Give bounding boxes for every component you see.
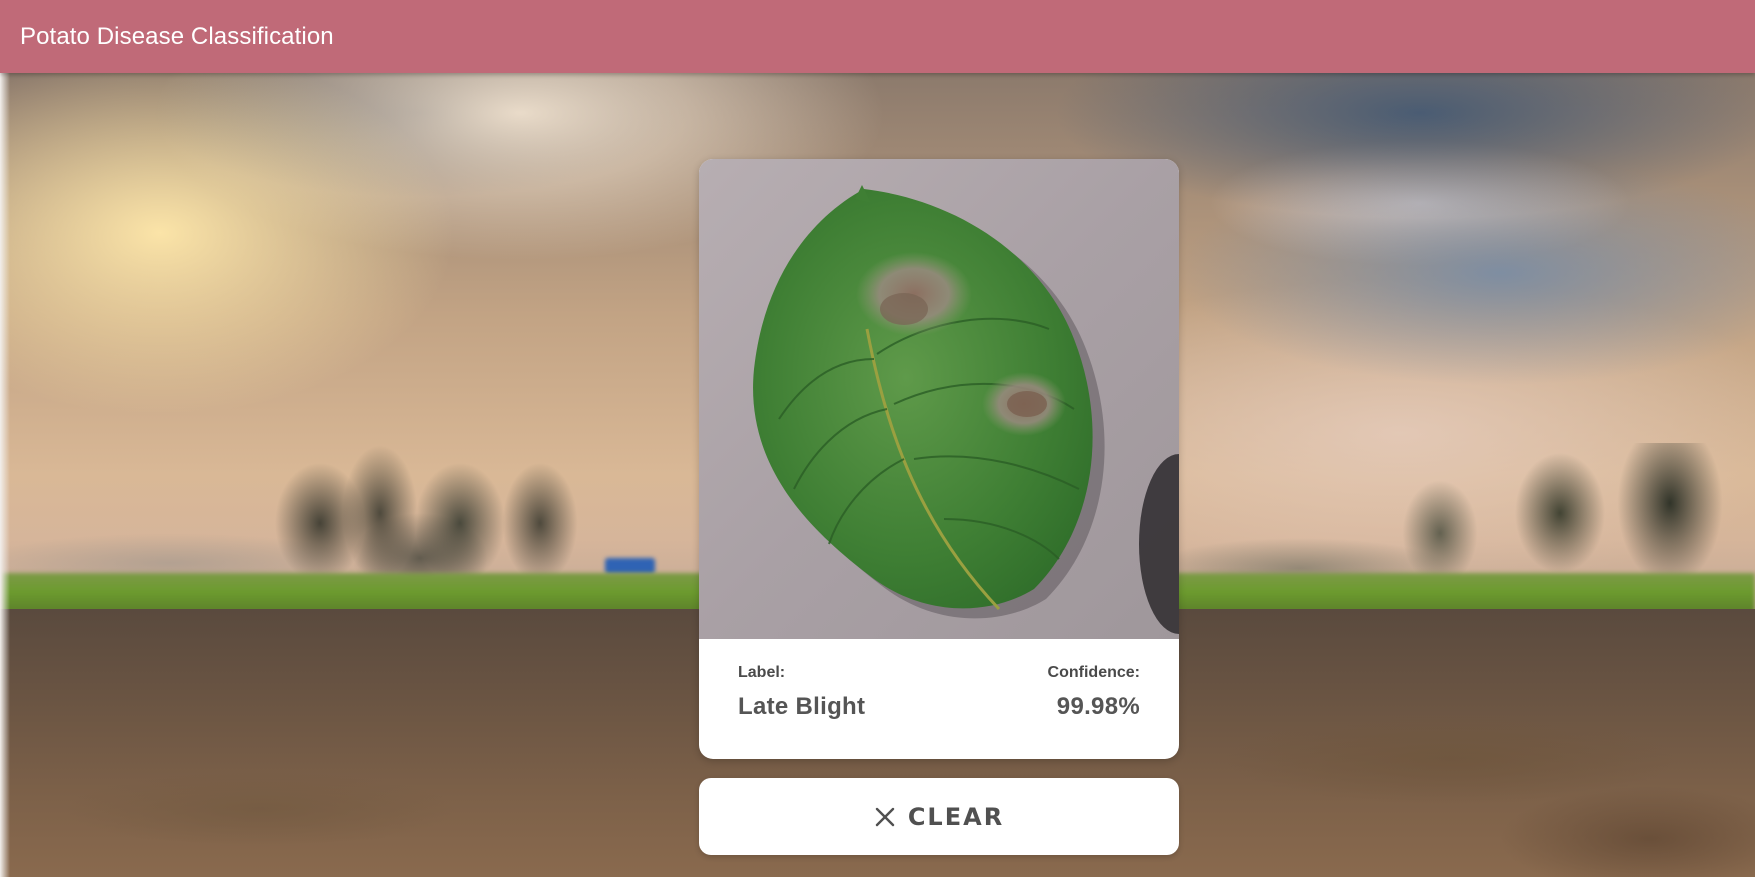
left-edge — [0, 73, 10, 877]
label-caption: Label: — [738, 664, 786, 681]
app-title: Potato Disease Classification — [20, 22, 334, 50]
result-card: Label: Late Blight Confidence: 99.98% — [699, 159, 1179, 759]
clear-label: CLEAR — [907, 802, 1005, 831]
clear-button[interactable]: CLEAR — [699, 778, 1179, 855]
result-info: Label: Late Blight Confidence: 99.98% — [699, 639, 1179, 759]
close-icon — [875, 807, 895, 826]
leaf-image — [699, 159, 1179, 639]
confidence-column: Confidence: 99.98% — [1048, 639, 1140, 721]
confidence-value: 99.98% — [1056, 693, 1140, 720]
confidence-caption: Confidence: — [1047, 664, 1140, 681]
app-bar: Potato Disease Classification — [0, 0, 1755, 73]
label-column: Label: Late Blight — [738, 639, 865, 721]
label-value: Late Blight — [738, 693, 866, 720]
blue-tarp — [605, 558, 655, 574]
